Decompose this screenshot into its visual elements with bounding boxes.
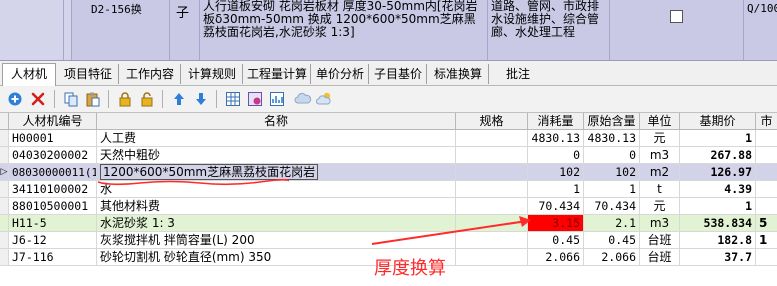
thickness-conversion-annotation: 厚度换算 [374,258,446,279]
annotation-overlay [97,178,531,245]
arrow-annotation [371,220,528,245]
arrow-head [519,216,531,227]
underline-annotation [97,178,289,186]
